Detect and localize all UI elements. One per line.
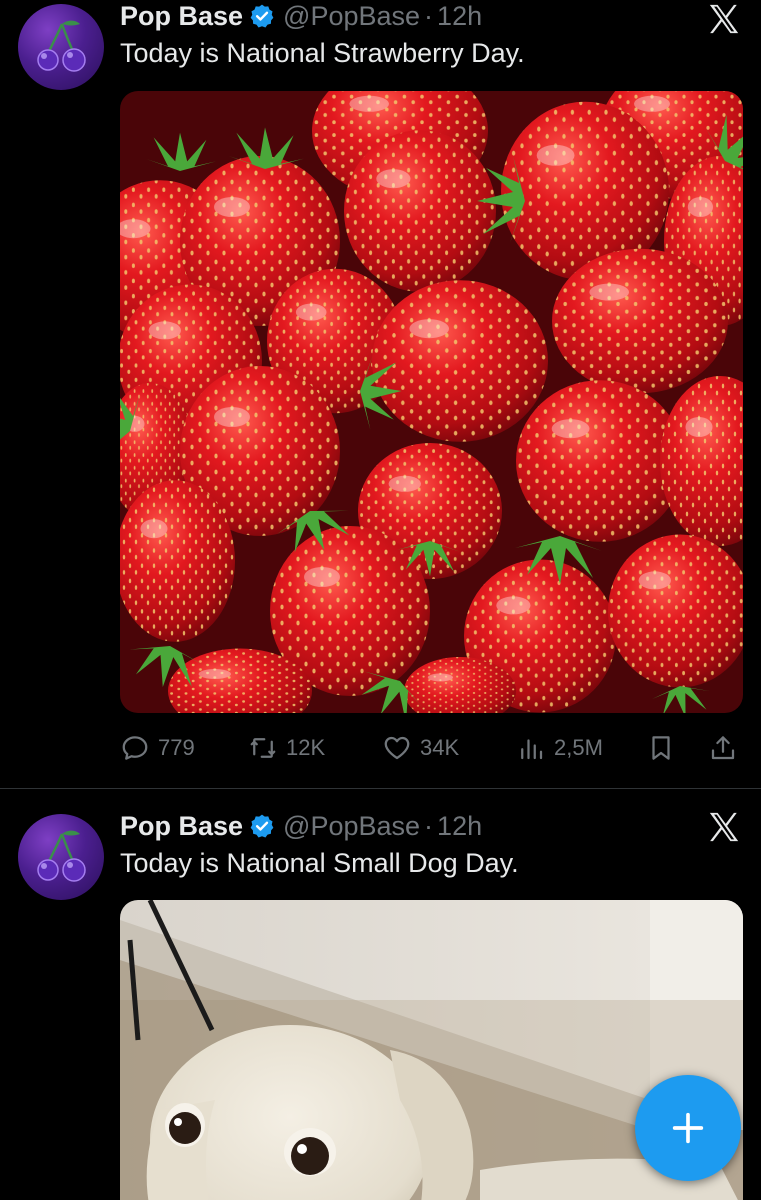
reply-count: 779 [158, 735, 195, 760]
avatar[interactable] [18, 4, 104, 90]
reply-button[interactable]: 779 [120, 728, 195, 768]
repost-count: 12K [286, 735, 326, 760]
handle[interactable]: @PopBase [283, 811, 420, 842]
display-name[interactable]: Pop Base [120, 811, 243, 842]
separator-dot: · [424, 0, 434, 31]
tweet-header: Pop Base @PopBase · 12h [120, 0, 482, 32]
strawberries-image [120, 91, 743, 713]
compose-plus-icon [672, 1112, 704, 1144]
x-logo-icon[interactable] [707, 810, 741, 844]
share-button[interactable] [708, 728, 738, 768]
tweet-actions: 779 12K 34K 2,5M [120, 728, 743, 768]
view-count: 2,5M [554, 735, 603, 760]
views-button[interactable]: 2,5M [516, 728, 603, 768]
tweet-text: Today is National Strawberry Day. [120, 38, 525, 68]
like-button[interactable]: 34K [382, 728, 459, 768]
tweet[interactable]: Pop Base @PopBase · 12h Today is Nationa… [0, 0, 761, 789]
like-icon [384, 736, 410, 760]
reply-icon [122, 736, 148, 760]
verified-badge-icon [250, 814, 274, 838]
views-icon [521, 739, 543, 760]
tweet-header: Pop Base @PopBase · 12h [120, 810, 482, 842]
bookmark-button[interactable] [646, 728, 676, 768]
timestamp[interactable]: 12h [437, 1, 482, 32]
handle[interactable]: @PopBase [283, 1, 420, 32]
compose-button[interactable] [635, 1075, 741, 1181]
repost-button[interactable]: 12K [248, 728, 325, 768]
tweet-text: Today is National Small Dog Day. [120, 848, 519, 878]
cherries-icon [37, 20, 86, 72]
repost-icon [250, 738, 276, 758]
cherries-icon [37, 830, 86, 882]
share-icon [711, 736, 735, 760]
like-count: 34K [420, 735, 460, 760]
display-name[interactable]: Pop Base [120, 1, 243, 32]
bookmark-icon [652, 736, 670, 760]
timestamp[interactable]: 12h [437, 811, 482, 842]
avatar[interactable] [18, 814, 104, 900]
x-logo-icon[interactable] [707, 2, 741, 36]
strawberries-photo[interactable] [120, 91, 743, 713]
verified-badge-icon [250, 4, 274, 28]
separator-dot: · [424, 810, 434, 841]
tweet-divider [0, 788, 761, 789]
